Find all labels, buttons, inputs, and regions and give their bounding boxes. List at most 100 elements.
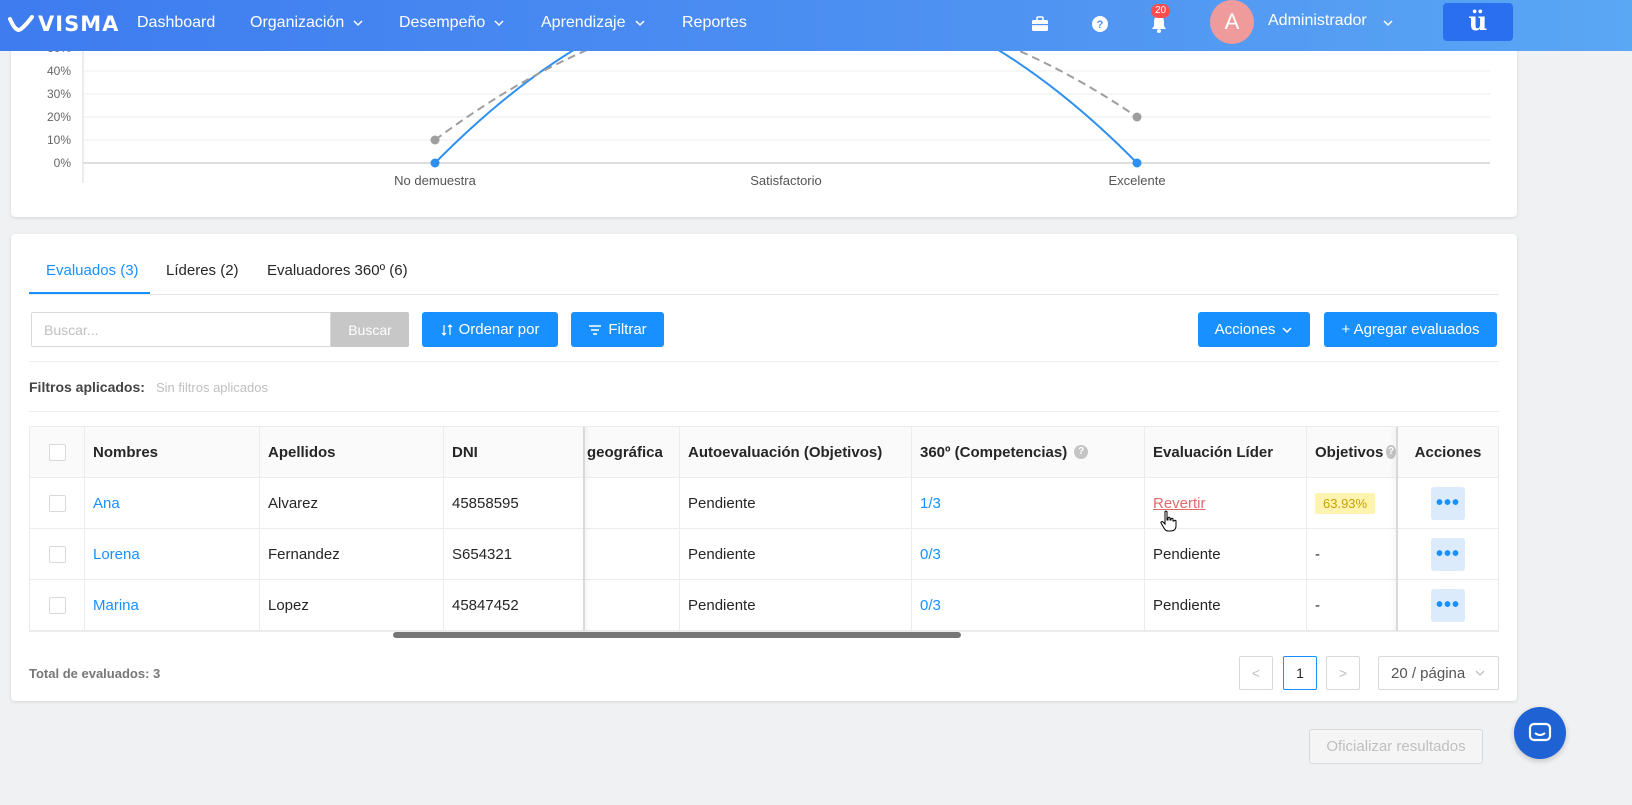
help-icon[interactable]: ? <box>1074 445 1089 459</box>
line-chart: 0%10%20%30%40%60%No demuestraSatisfactor… <box>47 35 1490 188</box>
tab-evaluados[interactable]: Evaluados (3) <box>46 262 139 279</box>
actions-cell: ••• <box>1396 580 1498 631</box>
table-horizontal-scrollbar[interactable] <box>393 632 961 638</box>
objectives-percentage-badge: 63.93% <box>1315 492 1376 514</box>
toolbar-divider <box>29 361 1499 362</box>
hand-cursor-icon <box>1160 510 1177 532</box>
row-checkbox[interactable] <box>48 596 66 614</box>
nav-reportes-label: Reportes <box>682 14 747 31</box>
user-name[interactable]: Administrador <box>1268 12 1367 30</box>
help-icon[interactable]: ? <box>1088 12 1112 36</box>
revert-link[interactable]: Revertir <box>1153 495 1206 512</box>
officialize-results-button[interactable]: Oficializar resultados <box>1309 729 1483 764</box>
objectives-cell: - <box>1306 580 1396 631</box>
nav-organizacion-label: Organización <box>250 14 345 31</box>
column-header-objetivos-label: Objetivos <box>1315 443 1384 461</box>
add-evaluados-button[interactable]: + Agregar evaluados <box>1324 312 1497 347</box>
data-point <box>430 158 440 168</box>
column-header-evaluacion-lider[interactable]: Evaluación Líder <box>1144 427 1306 478</box>
pagination-page-1[interactable]: 1 <box>1283 656 1317 690</box>
geo-cell <box>583 478 679 529</box>
data-point <box>430 135 440 145</box>
row-actions-button[interactable]: ••• <box>1431 537 1465 571</box>
sort-button-label: Ordenar por <box>458 321 540 338</box>
row-checkbox-cell <box>30 580 84 631</box>
y-tick-label: 10% <box>47 133 71 147</box>
nav-dashboard[interactable]: Dashboard <box>137 14 215 32</box>
search-button[interactable]: Buscar <box>331 312 409 347</box>
evaluado-name-link[interactable]: Ana <box>84 478 259 529</box>
select-all-checkbox[interactable] <box>48 443 66 461</box>
avatar[interactable]: A <box>1210 0 1254 44</box>
series-line-solid <box>434 35 1138 164</box>
column-header-dni[interactable]: DNI <box>443 427 583 478</box>
actions-dropdown-button[interactable]: Acciones <box>1198 312 1310 347</box>
evaluado-name-link[interactable]: Lorena <box>84 529 259 580</box>
competencies-link[interactable]: 0/3 <box>911 529 1144 580</box>
chat-support-button[interactable] <box>1514 707 1566 759</box>
top-navbar: VISMA Dashboard Organización Desempeño A… <box>0 0 1632 51</box>
help-icon[interactable]: ? <box>1386 445 1396 459</box>
fixed-column-shadow <box>583 427 585 631</box>
nav-desempeno[interactable]: Desempeño <box>399 14 505 32</box>
row-checkbox[interactable] <box>48 494 66 512</box>
y-tick-label: 20% <box>47 110 71 124</box>
column-header-acciones: Acciones <box>1396 427 1498 478</box>
filter-button[interactable]: Filtrar <box>571 312 664 347</box>
fixed-column-shadow <box>1396 427 1398 631</box>
row-checkbox-cell <box>30 478 84 529</box>
pagination-prev-button[interactable]: < <box>1239 656 1273 690</box>
search-input[interactable]: Buscar... <box>31 312 331 347</box>
nav-reportes[interactable]: Reportes <box>682 14 747 32</box>
filters-value: Sin filtros aplicados <box>156 380 268 395</box>
column-header-geografica[interactable]: geográfica <box>583 427 679 478</box>
column-header-objetivos[interactable]: Objetivos ? <box>1306 427 1396 478</box>
row-actions-button[interactable]: ••• <box>1431 486 1465 520</box>
brand-app-button[interactable]: ü <box>1443 3 1513 41</box>
x-tick-label: Excelente <box>1108 173 1165 188</box>
column-separator <box>1306 427 1307 631</box>
x-tick-label: Satisfactorio <box>750 173 822 188</box>
data-point <box>1132 158 1142 168</box>
filters-label: Filtros aplicados: <box>29 379 145 395</box>
column-header-autoevaluacion[interactable]: Autoevaluación (Objetivos) <box>679 427 911 478</box>
surname-cell: Fernandez <box>259 529 443 580</box>
tab-lideres[interactable]: Líderes (2) <box>166 262 239 279</box>
chevron-down-icon <box>1475 670 1485 676</box>
column-separator <box>443 427 444 631</box>
competencies-link[interactable]: 1/3 <box>911 478 1144 529</box>
geo-cell <box>583 580 679 631</box>
visma-logo[interactable]: VISMA <box>8 12 119 36</box>
notification-count-badge: 20 <box>1151 4 1171 18</box>
nav-aprendizaje-label: Aprendizaje <box>541 14 626 31</box>
sort-button[interactable]: Ordenar por <box>422 312 558 347</box>
pagination-next-button[interactable]: > <box>1326 656 1360 690</box>
actions-cell: ••• <box>1396 478 1498 529</box>
competencies-link[interactable]: 0/3 <box>911 580 1144 631</box>
chevron-down-icon <box>1282 326 1292 333</box>
data-point <box>1132 112 1142 122</box>
row-checkbox[interactable] <box>48 545 66 563</box>
evaluado-name-link[interactable]: Marina <box>84 580 259 631</box>
actions-cell: ••• <box>1396 529 1498 580</box>
x-tick-label: No demuestra <box>394 173 476 188</box>
briefcase-icon[interactable] <box>1028 12 1052 36</box>
sort-icon <box>441 323 452 336</box>
row-actions-button[interactable]: ••• <box>1431 588 1465 622</box>
column-header-apellidos[interactable]: Apellidos <box>259 427 443 478</box>
dni-cell: 45858595 <box>443 478 583 529</box>
nav-organizacion[interactable]: Organización <box>250 14 364 32</box>
column-separator <box>911 427 912 631</box>
row-checkbox-cell <box>30 529 84 580</box>
self-eval-cell: Pendiente <box>679 478 911 529</box>
tabs-bar: Evaluados (3) Líderes (2) Evaluadores 36… <box>29 234 1499 295</box>
tab-evaluadores-360[interactable]: Evaluadores 360º (6) <box>267 262 408 279</box>
nav-aprendizaje[interactable]: Aprendizaje <box>541 14 646 32</box>
chevron-down-icon[interactable] <box>1382 16 1394 34</box>
objectives-cell: 63.93% <box>1306 478 1396 529</box>
surname-cell: Alvarez <box>259 478 443 529</box>
page-size-select[interactable]: 20 / página <box>1378 656 1499 690</box>
column-header-nombres[interactable]: Nombres <box>84 427 259 478</box>
column-header-360[interactable]: 360º (Competencias) ? <box>911 427 1144 478</box>
column-separator <box>679 427 680 631</box>
